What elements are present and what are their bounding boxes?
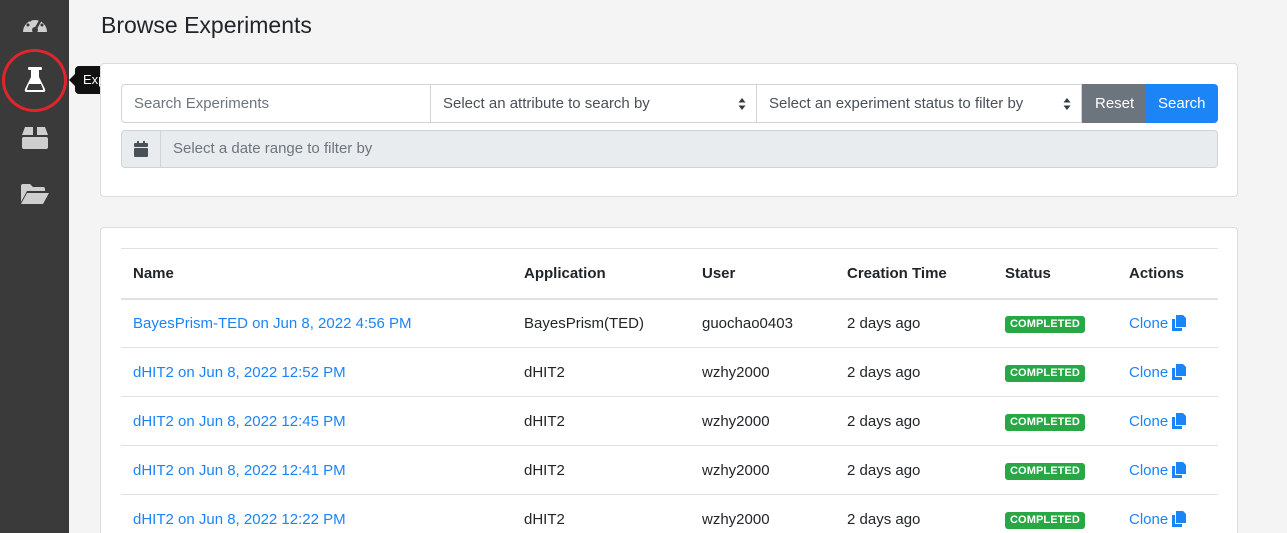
actions-cell: Clone — [1117, 445, 1218, 495]
clone-button[interactable]: Clone — [1129, 363, 1187, 381]
date-range-filter[interactable]: Select a date range to filter by — [121, 130, 1218, 168]
status-cell: COMPLETED — [993, 396, 1117, 446]
experiment-name-cell: dHIT2 on Jun 8, 2022 12:22 PM — [121, 494, 512, 533]
user-cell: wzhy2000 — [690, 396, 835, 446]
user-cell: wzhy2000 — [690, 445, 835, 495]
status-cell: COMPLETED — [993, 494, 1117, 533]
dashboard-gauge-icon — [22, 16, 47, 33]
date-range-input[interactable]: Select a date range to filter by — [161, 130, 1218, 168]
status-select-label: Select an experiment status to filter by — [769, 95, 1024, 112]
column-header-user[interactable]: User — [690, 248, 835, 300]
clone-label: Clone — [1129, 461, 1169, 479]
select-arrows-icon — [1063, 98, 1071, 110]
experiment-name-cell: dHIT2 on Jun 8, 2022 12:52 PM — [121, 347, 512, 397]
table-header-row: Name Application User Creation Time Stat… — [121, 248, 1218, 300]
copy-icon — [1172, 413, 1187, 429]
actions-cell: Clone — [1117, 494, 1218, 533]
experiment-name-link[interactable]: dHIT2 on Jun 8, 2022 12:45 PM — [133, 413, 346, 430]
copy-icon — [1172, 315, 1187, 332]
clone-label: Clone — [1129, 510, 1169, 528]
table-row: dHIT2 on Jun 8, 2022 12:41 PM dHIT2 wzhy… — [121, 445, 1218, 495]
status-badge: COMPLETED — [1005, 364, 1085, 382]
actions-cell: Clone — [1117, 396, 1218, 446]
experiment-name-cell: BayesPrism-TED on Jun 8, 2022 4:56 PM — [121, 298, 512, 348]
status-cell: COMPLETED — [993, 298, 1117, 348]
copy-icon — [1172, 364, 1187, 380]
attribute-select[interactable]: Select an attribute to search by — [431, 84, 757, 123]
creation-time-cell: 2 days ago — [835, 396, 993, 446]
attribute-select-label: Select an attribute to search by — [443, 95, 650, 112]
sidebar-item-experiments[interactable] — [0, 52, 69, 108]
user-cell: wzhy2000 — [690, 494, 835, 533]
experiment-name-link[interactable]: dHIT2 on Jun 8, 2022 12:22 PM — [133, 511, 346, 528]
experiment-name-link[interactable]: dHIT2 on Jun 8, 2022 12:41 PM — [133, 462, 346, 479]
folder-open-icon — [20, 184, 49, 204]
status-cell: COMPLETED — [993, 347, 1117, 397]
sidebar-item-dashboard[interactable] — [0, 0, 69, 48]
table-row: dHIT2 on Jun 8, 2022 12:22 PM dHIT2 wzhy… — [121, 494, 1218, 533]
creation-time-cell: 2 days ago — [835, 494, 993, 533]
column-header-actions: Actions — [1117, 248, 1218, 300]
search-button[interactable]: Search — [1145, 84, 1218, 123]
creation-time-cell: 2 days ago — [835, 347, 993, 397]
status-select[interactable]: Select an experiment status to filter by — [757, 84, 1082, 123]
page-title: Browse Experiments — [101, 12, 312, 38]
status-badge: COMPLETED — [1005, 511, 1085, 529]
experiment-name-link[interactable]: dHIT2 on Jun 8, 2022 12:52 PM — [133, 364, 346, 381]
status-badge: COMPLETED — [1005, 315, 1085, 333]
search-input[interactable] — [121, 84, 431, 123]
application-cell: dHIT2 — [512, 445, 690, 495]
clone-button[interactable]: Clone — [1129, 510, 1187, 528]
box-icon — [21, 127, 48, 149]
creation-time-cell: 2 days ago — [835, 445, 993, 495]
status-badge: COMPLETED — [1005, 462, 1085, 480]
clone-label: Clone — [1129, 363, 1169, 381]
clone-label: Clone — [1129, 412, 1169, 430]
application-cell: dHIT2 — [512, 396, 690, 446]
reset-button[interactable]: Reset — [1082, 84, 1145, 123]
calendar-icon — [134, 141, 148, 157]
select-arrows-icon — [738, 98, 746, 110]
column-header-creation-time[interactable]: Creation Time — [835, 248, 993, 300]
clone-label: Clone — [1129, 314, 1169, 332]
experiments-table-card: Name Application User Creation Time Stat… — [100, 227, 1238, 533]
status-badge: COMPLETED — [1005, 413, 1085, 431]
actions-cell: Clone — [1117, 298, 1218, 348]
date-range-addon — [121, 130, 161, 168]
creation-time-cell: 2 days ago — [835, 298, 993, 348]
table-row: dHIT2 on Jun 8, 2022 12:45 PM dHIT2 wzhy… — [121, 396, 1218, 446]
sidebar-item-projects[interactable] — [0, 110, 69, 166]
user-cell: wzhy2000 — [690, 347, 835, 397]
application-cell: dHIT2 — [512, 347, 690, 397]
experiment-name-cell: dHIT2 on Jun 8, 2022 12:45 PM — [121, 396, 512, 446]
copy-icon — [1172, 462, 1187, 478]
experiment-name-link[interactable]: BayesPrism-TED on Jun 8, 2022 4:56 PM — [133, 315, 411, 332]
table-row: dHIT2 on Jun 8, 2022 12:52 PM dHIT2 wzhy… — [121, 347, 1218, 397]
search-bar: Select an attribute to search by Select … — [121, 84, 1218, 123]
flask-icon — [24, 67, 45, 92]
experiments-table: Name Application User Creation Time Stat… — [121, 248, 1218, 533]
clone-button[interactable]: Clone — [1129, 461, 1187, 479]
application-cell: dHIT2 — [512, 494, 690, 533]
table-row: BayesPrism-TED on Jun 8, 2022 4:56 PM Ba… — [121, 298, 1218, 348]
user-cell: guochao0403 — [690, 298, 835, 348]
status-cell: COMPLETED — [993, 445, 1117, 495]
sidebar-item-storage[interactable] — [0, 166, 69, 222]
column-header-status[interactable]: Status — [993, 248, 1117, 300]
column-header-application[interactable]: Application — [512, 248, 690, 300]
application-cell: BayesPrism(TED) — [512, 298, 690, 348]
filters-card: Select an attribute to search by Select … — [100, 63, 1238, 197]
experiment-name-cell: dHIT2 on Jun 8, 2022 12:41 PM — [121, 445, 512, 495]
actions-cell: Clone — [1117, 347, 1218, 397]
column-header-name[interactable]: Name — [121, 248, 512, 300]
copy-icon — [1172, 511, 1187, 527]
clone-button[interactable]: Clone — [1129, 314, 1187, 332]
clone-button[interactable]: Clone — [1129, 412, 1187, 430]
sidebar — [0, 0, 69, 533]
